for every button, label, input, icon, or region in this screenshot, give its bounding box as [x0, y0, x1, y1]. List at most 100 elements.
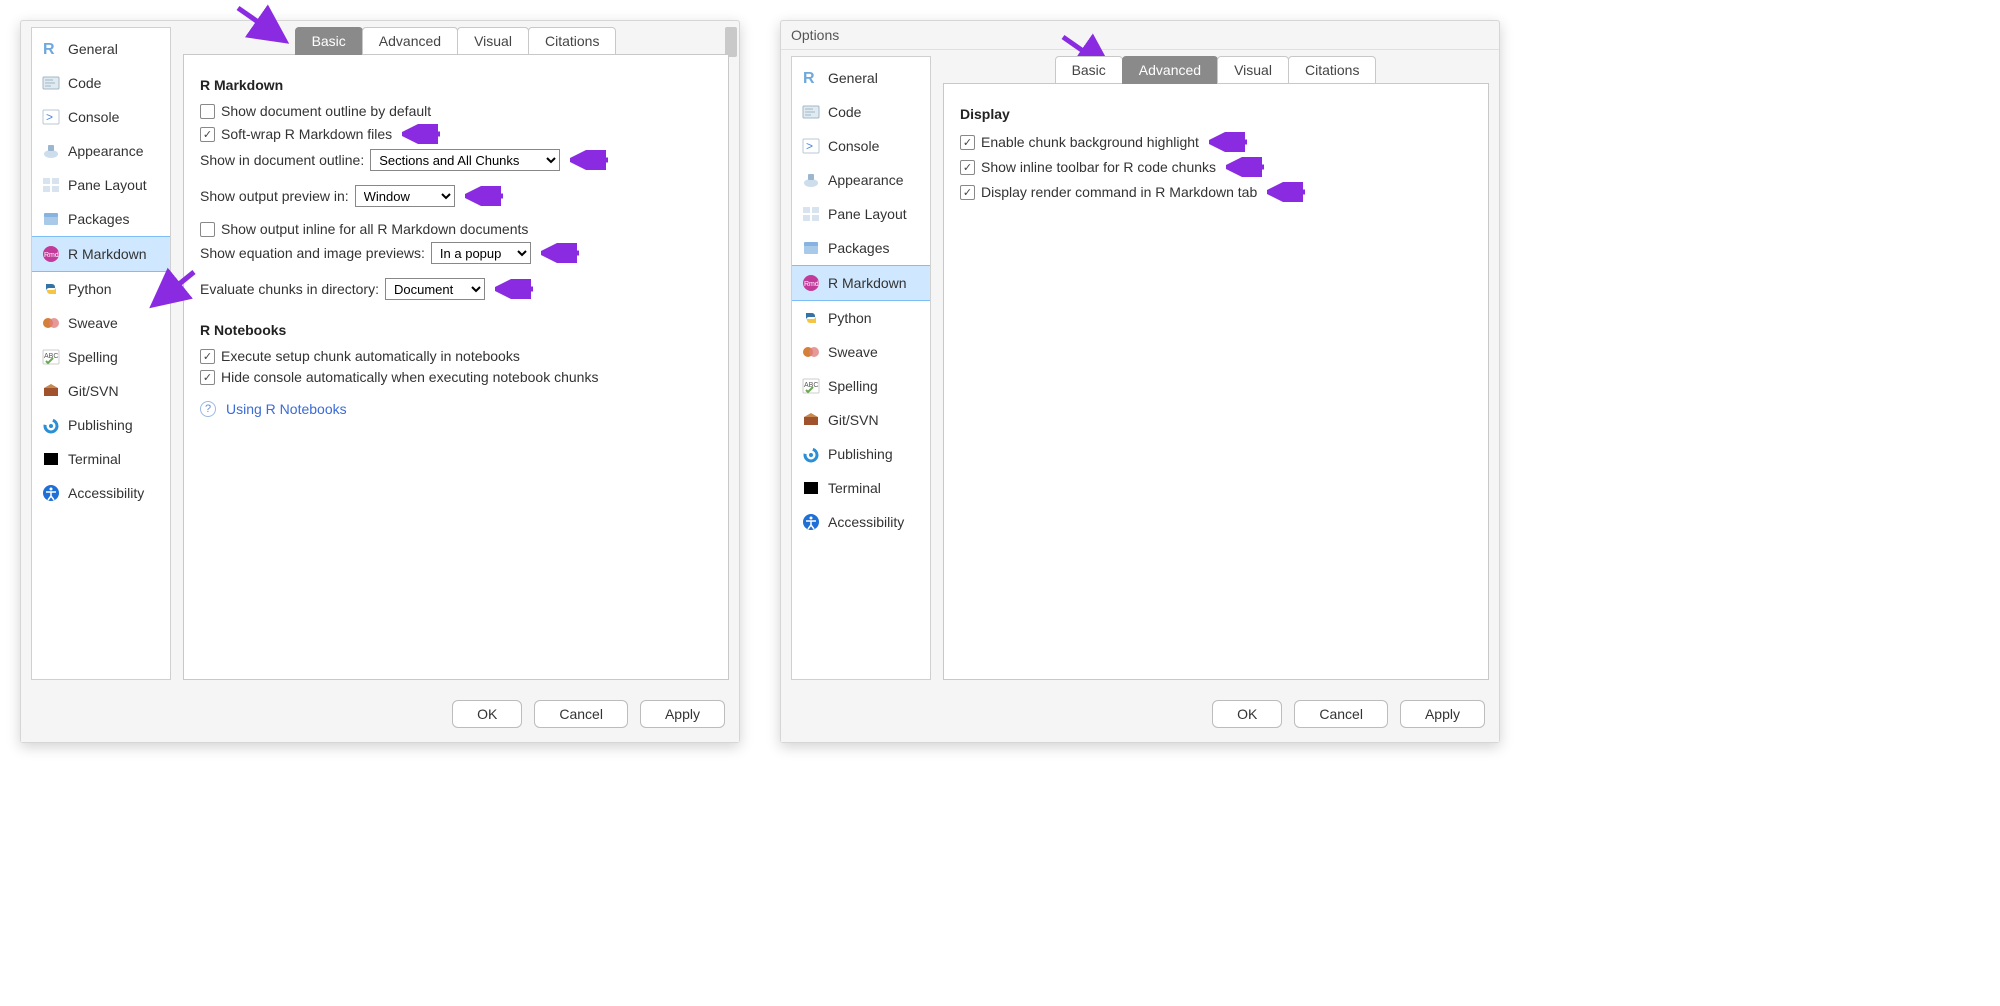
sidebar-item-sweave[interactable]: Sweave	[32, 306, 170, 340]
label-eval-chunks: Evaluate chunks in directory:	[200, 281, 379, 297]
label-show-in-outline: Show in document outline:	[200, 152, 364, 168]
select-eq-img-preview[interactable]: In a popup	[431, 242, 531, 264]
tab-basic[interactable]: Basic	[295, 27, 363, 55]
sidebar-item-accessibility[interactable]: Accessibility	[792, 505, 930, 539]
annotation-arrow-icon	[465, 186, 505, 206]
appearance-icon	[42, 142, 60, 160]
sidebar-item-terminal[interactable]: Terminal	[32, 442, 170, 476]
git-icon	[802, 411, 820, 429]
svg-text:Rmd: Rmd	[804, 281, 819, 288]
sidebar-item-git[interactable]: Git/SVN	[792, 403, 930, 437]
sidebar-item-packages[interactable]: Packages	[792, 231, 930, 265]
checkbox-inline-toolbar[interactable]: ✓	[960, 160, 975, 175]
cancel-button[interactable]: Cancel	[1294, 700, 1388, 728]
checkbox-soft-wrap[interactable]: ✓	[200, 127, 215, 142]
sidebar-item-spelling[interactable]: ABC Spelling	[32, 340, 170, 374]
sidebar-item-code[interactable]: Code	[792, 95, 930, 129]
cancel-button[interactable]: Cancel	[534, 700, 628, 728]
checkbox-label: Hide console automatically when executin…	[221, 369, 598, 385]
sidebar-item-rmarkdown[interactable]: Rmd R Markdown	[792, 265, 930, 301]
sidebar-item-python[interactable]: Python	[32, 272, 170, 306]
sidebar-item-packages[interactable]: Packages	[32, 202, 170, 236]
ok-button[interactable]: OK	[1212, 700, 1282, 728]
rmd-icon: Rmd	[802, 274, 820, 292]
sidebar-item-python[interactable]: Python	[792, 301, 930, 335]
annotation-arrow-icon	[402, 124, 442, 144]
apply-button[interactable]: Apply	[640, 700, 725, 728]
spelling-icon: ABC	[42, 348, 60, 366]
select-eval-chunks[interactable]: Document	[385, 278, 485, 300]
sidebar: R General Code > Console Appearance Pane…	[31, 27, 171, 680]
checkbox-label: Display render command in R Markdown tab	[981, 184, 1257, 200]
panes-icon	[42, 176, 60, 194]
section-title-rmarkdown: R Markdown	[200, 77, 712, 93]
sidebar-item-label: Terminal	[828, 480, 881, 496]
tab-basic[interactable]: Basic	[1055, 56, 1123, 84]
sidebar-item-label: Sweave	[828, 344, 878, 360]
label-eq-img-preview: Show equation and image previews:	[200, 245, 425, 261]
sidebar-item-code[interactable]: Code	[32, 66, 170, 100]
annotation-arrow-icon	[495, 279, 535, 299]
python-icon	[42, 280, 60, 298]
accessibility-icon	[42, 484, 60, 502]
link-using-notebooks[interactable]: Using R Notebooks	[226, 401, 347, 417]
tab-citations[interactable]: Citations	[528, 27, 616, 55]
sidebar-item-accessibility[interactable]: Accessibility	[32, 476, 170, 510]
svg-text:Rmd: Rmd	[44, 252, 59, 259]
sidebar-item-label: Spelling	[68, 349, 118, 365]
sidebar-item-label: Git/SVN	[68, 383, 119, 399]
tab-row: Basic Advanced Visual Citations	[943, 56, 1489, 84]
sidebar-item-pane-layout[interactable]: Pane Layout	[32, 168, 170, 202]
select-output-preview[interactable]: Window	[355, 185, 455, 207]
sidebar-item-appearance[interactable]: Appearance	[792, 163, 930, 197]
spelling-icon: ABC	[802, 377, 820, 395]
terminal-icon	[42, 450, 60, 468]
tab-visual[interactable]: Visual	[457, 27, 529, 55]
r-logo-icon: R	[802, 69, 820, 87]
checkbox-output-inline[interactable]	[200, 222, 215, 237]
window-title: Options	[781, 21, 1499, 50]
sidebar-item-label: Code	[68, 75, 101, 91]
checkbox-show-outline-default[interactable]	[200, 104, 215, 119]
svg-text:>: >	[46, 110, 53, 124]
tab-visual[interactable]: Visual	[1217, 56, 1289, 84]
tab-advanced[interactable]: Advanced	[362, 27, 458, 55]
checkbox-exec-setup[interactable]: ✓	[200, 349, 215, 364]
sidebar-item-pane-layout[interactable]: Pane Layout	[792, 197, 930, 231]
sidebar-item-label: Git/SVN	[828, 412, 879, 428]
tab-advanced[interactable]: Advanced	[1122, 56, 1218, 84]
sidebar-item-sweave[interactable]: Sweave	[792, 335, 930, 369]
sidebar-item-terminal[interactable]: Terminal	[792, 471, 930, 505]
sidebar-item-git[interactable]: Git/SVN	[32, 374, 170, 408]
apply-button[interactable]: Apply	[1400, 700, 1485, 728]
sidebar-item-console[interactable]: > Console	[792, 129, 930, 163]
sweave-icon	[802, 343, 820, 361]
tab-citations[interactable]: Citations	[1288, 56, 1376, 84]
sidebar-item-label: Pane Layout	[828, 206, 907, 222]
checkbox-render-cmd[interactable]: ✓	[960, 185, 975, 200]
checkbox-label: Enable chunk background highlight	[981, 134, 1199, 150]
sidebar-item-label: Publishing	[828, 446, 893, 462]
publishing-icon	[802, 445, 820, 463]
options-dialog-advanced: Options R General Code > Console Appeara…	[780, 20, 1500, 743]
sidebar-item-general[interactable]: R General	[792, 61, 930, 95]
rmd-icon: Rmd	[42, 245, 60, 263]
ok-button[interactable]: OK	[452, 700, 522, 728]
git-icon	[42, 382, 60, 400]
sidebar-item-publishing[interactable]: Publishing	[32, 408, 170, 442]
sidebar-item-label: R Markdown	[68, 246, 147, 262]
package-icon	[42, 210, 60, 228]
sidebar-item-console[interactable]: > Console	[32, 100, 170, 134]
checkbox-chunk-bg[interactable]: ✓	[960, 135, 975, 150]
sidebar-item-label: Console	[68, 109, 119, 125]
sidebar-item-label: Accessibility	[68, 485, 144, 501]
sidebar-item-rmarkdown[interactable]: Rmd R Markdown	[32, 236, 170, 272]
annotation-arrow-icon	[1267, 182, 1307, 202]
sidebar-item-publishing[interactable]: Publishing	[792, 437, 930, 471]
select-show-in-outline[interactable]: Sections and All Chunks	[370, 149, 560, 171]
sidebar-item-appearance[interactable]: Appearance	[32, 134, 170, 168]
checkbox-hide-console[interactable]: ✓	[200, 370, 215, 385]
svg-text:R: R	[43, 41, 55, 58]
sidebar-item-general[interactable]: R General	[32, 32, 170, 66]
sidebar-item-spelling[interactable]: ABC Spelling	[792, 369, 930, 403]
